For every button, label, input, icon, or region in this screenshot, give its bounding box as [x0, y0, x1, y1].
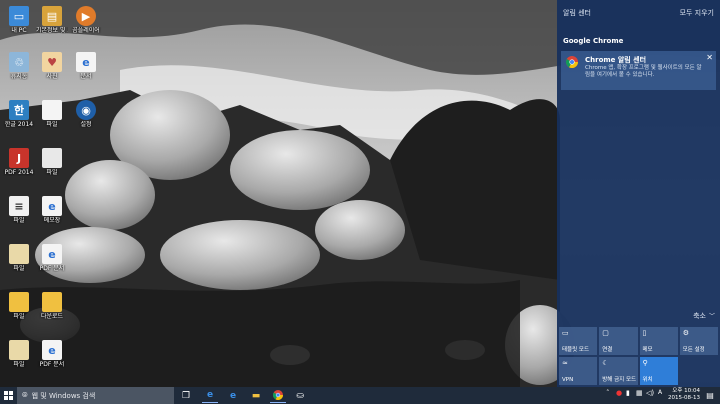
- clear-all-button[interactable]: 모두 지우기: [680, 8, 714, 18]
- folder-icon: [9, 244, 29, 264]
- notification-app-name[interactable]: Google Chrome: [563, 37, 623, 45]
- desktop-icon-this-pc[interactable]: ▭ 내 PC: [3, 6, 35, 34]
- media-player-icon: ▶: [76, 6, 96, 26]
- antivirus-tray-icon[interactable]: ●: [616, 389, 622, 397]
- hangul-app-icon: 한: [9, 100, 29, 120]
- computer-icon: ▭: [9, 6, 29, 26]
- windows-logo-icon: [4, 391, 13, 400]
- chrome-notification[interactable]: Chrome 알림 센터 Chrome 앱, 확장 프로그램 및 웹사이트의 모…: [561, 51, 716, 90]
- microphone-icon: ⦾: [22, 391, 28, 399]
- task-view-icon: ❐: [181, 390, 191, 401]
- quick-actions-grid: ▭ 태블릿 모드 ▢ 연결 ▯ 메모 ⚙ 모든 설정 ≈ VPN ☾ 방해 금지…: [559, 327, 718, 385]
- quick-action-note[interactable]: ▯ 메모: [639, 327, 678, 355]
- desktop-icon-downloads[interactable]: 다운로드: [36, 292, 68, 320]
- quick-action-tablet-mode[interactable]: ▭ 태블릿 모드: [559, 327, 598, 355]
- desktop-icon-file-3[interactable]: ≡ 파일: [3, 196, 35, 224]
- close-icon[interactable]: ✕: [706, 53, 713, 62]
- clock-time: 오후 10:04: [672, 388, 700, 394]
- edge-icon: e: [206, 390, 214, 400]
- desktop-icon-pdf-app[interactable]: J PDF 2014: [3, 148, 35, 176]
- quick-action-all-settings[interactable]: ⚙ 모든 설정: [679, 327, 718, 355]
- desktop-icon-recycle-bin[interactable]: ♲ 휴지통: [3, 52, 35, 80]
- search-placeholder: 웹 및 Windows 검색: [31, 391, 96, 400]
- tray-overflow-icon[interactable]: ˄: [606, 389, 610, 397]
- task-view-button[interactable]: ❐: [178, 388, 194, 403]
- search-box[interactable]: ⦾ 웹 및 Windows 검색: [17, 387, 174, 404]
- clock[interactable]: 오후 10:04 2015-08-13: [668, 388, 700, 402]
- image-file-icon: ♥: [42, 52, 62, 72]
- note-icon: ▯: [642, 329, 647, 337]
- clock-date: 2015-08-13: [668, 395, 700, 401]
- collapse-label: 축소: [693, 312, 706, 320]
- chrome-icon: [273, 390, 283, 400]
- desktop-icon-file-6[interactable]: 파일: [3, 340, 35, 368]
- blank-file-icon: [42, 148, 62, 168]
- notification-icon: ▤: [706, 390, 714, 400]
- notification-body: Chrome 앱, 확장 프로그램 및 웹사이트의 모든 알림을 여기에서 볼 …: [585, 65, 702, 78]
- desktop-icon-notepad[interactable]: e 메모장: [36, 196, 68, 224]
- vpn-icon: ≈: [562, 359, 568, 367]
- desktop-icon-document[interactable]: e 문서: [70, 52, 102, 80]
- ie-taskbar-button[interactable]: e: [225, 388, 241, 403]
- explorer-taskbar-button[interactable]: ▬: [248, 388, 264, 403]
- internet-explorer-icon: e: [229, 390, 237, 401]
- taskbar: ⦾ 웹 및 Windows 검색 ❐ e e ▬ ⛀ ˄ ● ▮ ▦ ◁) A …: [0, 387, 720, 404]
- desktop-icon-settings[interactable]: ◉ 설정: [70, 100, 102, 128]
- pdf-app-icon: J: [9, 148, 29, 168]
- chrome-icon: [566, 56, 578, 68]
- desktop-icon-hangul[interactable]: 한 한글 2014: [3, 100, 35, 128]
- recycle-bin-icon: ♲: [9, 52, 29, 72]
- pdf-file-icon: e: [42, 340, 62, 360]
- chrome-taskbar-button[interactable]: [270, 388, 286, 403]
- battery-icon[interactable]: ▮: [626, 389, 630, 397]
- blank-file-icon: [42, 100, 62, 120]
- document-file-icon: e: [76, 52, 96, 72]
- collapse-button[interactable]: 축소 ﹀: [693, 311, 715, 321]
- start-button[interactable]: [0, 387, 17, 404]
- desktop-icon-file-2[interactable]: 파일: [36, 148, 68, 176]
- store-taskbar-button[interactable]: ⛀: [292, 388, 308, 403]
- moon-icon: ☾: [602, 359, 609, 367]
- folder-icon: [42, 292, 62, 312]
- tablet-mode-icon: ▭: [562, 329, 569, 337]
- desktop-icon-file-5[interactable]: 파일: [3, 292, 35, 320]
- pdf-file-icon: e: [42, 244, 62, 264]
- desktop-icon-gom-player[interactable]: ▶ 곰플레이어: [70, 6, 102, 34]
- folder-icon: ▬: [251, 390, 261, 401]
- network-icon[interactable]: ▦: [636, 389, 643, 397]
- quick-action-location[interactable]: ⚲ 위치: [639, 357, 678, 385]
- chevron-down-icon: ﹀: [708, 313, 715, 320]
- volume-icon[interactable]: ◁): [646, 389, 654, 397]
- desktop-icon-pdf-1[interactable]: e PDF 문서: [36, 244, 68, 272]
- desktop-icon-pdf-2[interactable]: e PDF 문서: [36, 340, 68, 368]
- language-indicator[interactable]: A: [658, 389, 662, 396]
- gear-icon: ⚙: [682, 329, 690, 337]
- folder-icon: [9, 340, 29, 360]
- connect-icon: ▢: [602, 329, 609, 337]
- folder-icon: [9, 292, 29, 312]
- desktop-icon-file[interactable]: 파일: [36, 100, 68, 128]
- quick-action-vpn[interactable]: ≈ VPN: [559, 357, 598, 385]
- desktop-icon-photo[interactable]: ♥ 사진: [36, 52, 68, 80]
- edge-taskbar-button[interactable]: e: [202, 388, 218, 403]
- action-center-button[interactable]: ▤: [704, 389, 716, 401]
- quick-action-connect[interactable]: ▢ 연결: [599, 327, 638, 355]
- location-icon: ⚲: [642, 359, 648, 367]
- text-file-icon: ≡: [9, 196, 29, 216]
- desktop-icon-file-4[interactable]: 파일: [3, 244, 35, 272]
- desktop-icon-program[interactable]: ▤ 기본정보 및 프로그램: [36, 6, 68, 34]
- notification-title: Chrome 알림 센터: [585, 56, 647, 64]
- quick-action-quiet-hours[interactable]: ☾ 방해 금지 모드: [599, 357, 638, 385]
- store-bag-icon: ⛀: [296, 390, 304, 401]
- globe-icon: ◉: [76, 100, 96, 120]
- document-file-icon: e: [42, 196, 62, 216]
- action-center-panel: 알림 센터 모두 지우기 Google Chrome Chrome 알림 센터 …: [557, 0, 720, 387]
- archive-icon: ▤: [42, 6, 62, 26]
- action-center-title: 알림 센터: [563, 9, 591, 17]
